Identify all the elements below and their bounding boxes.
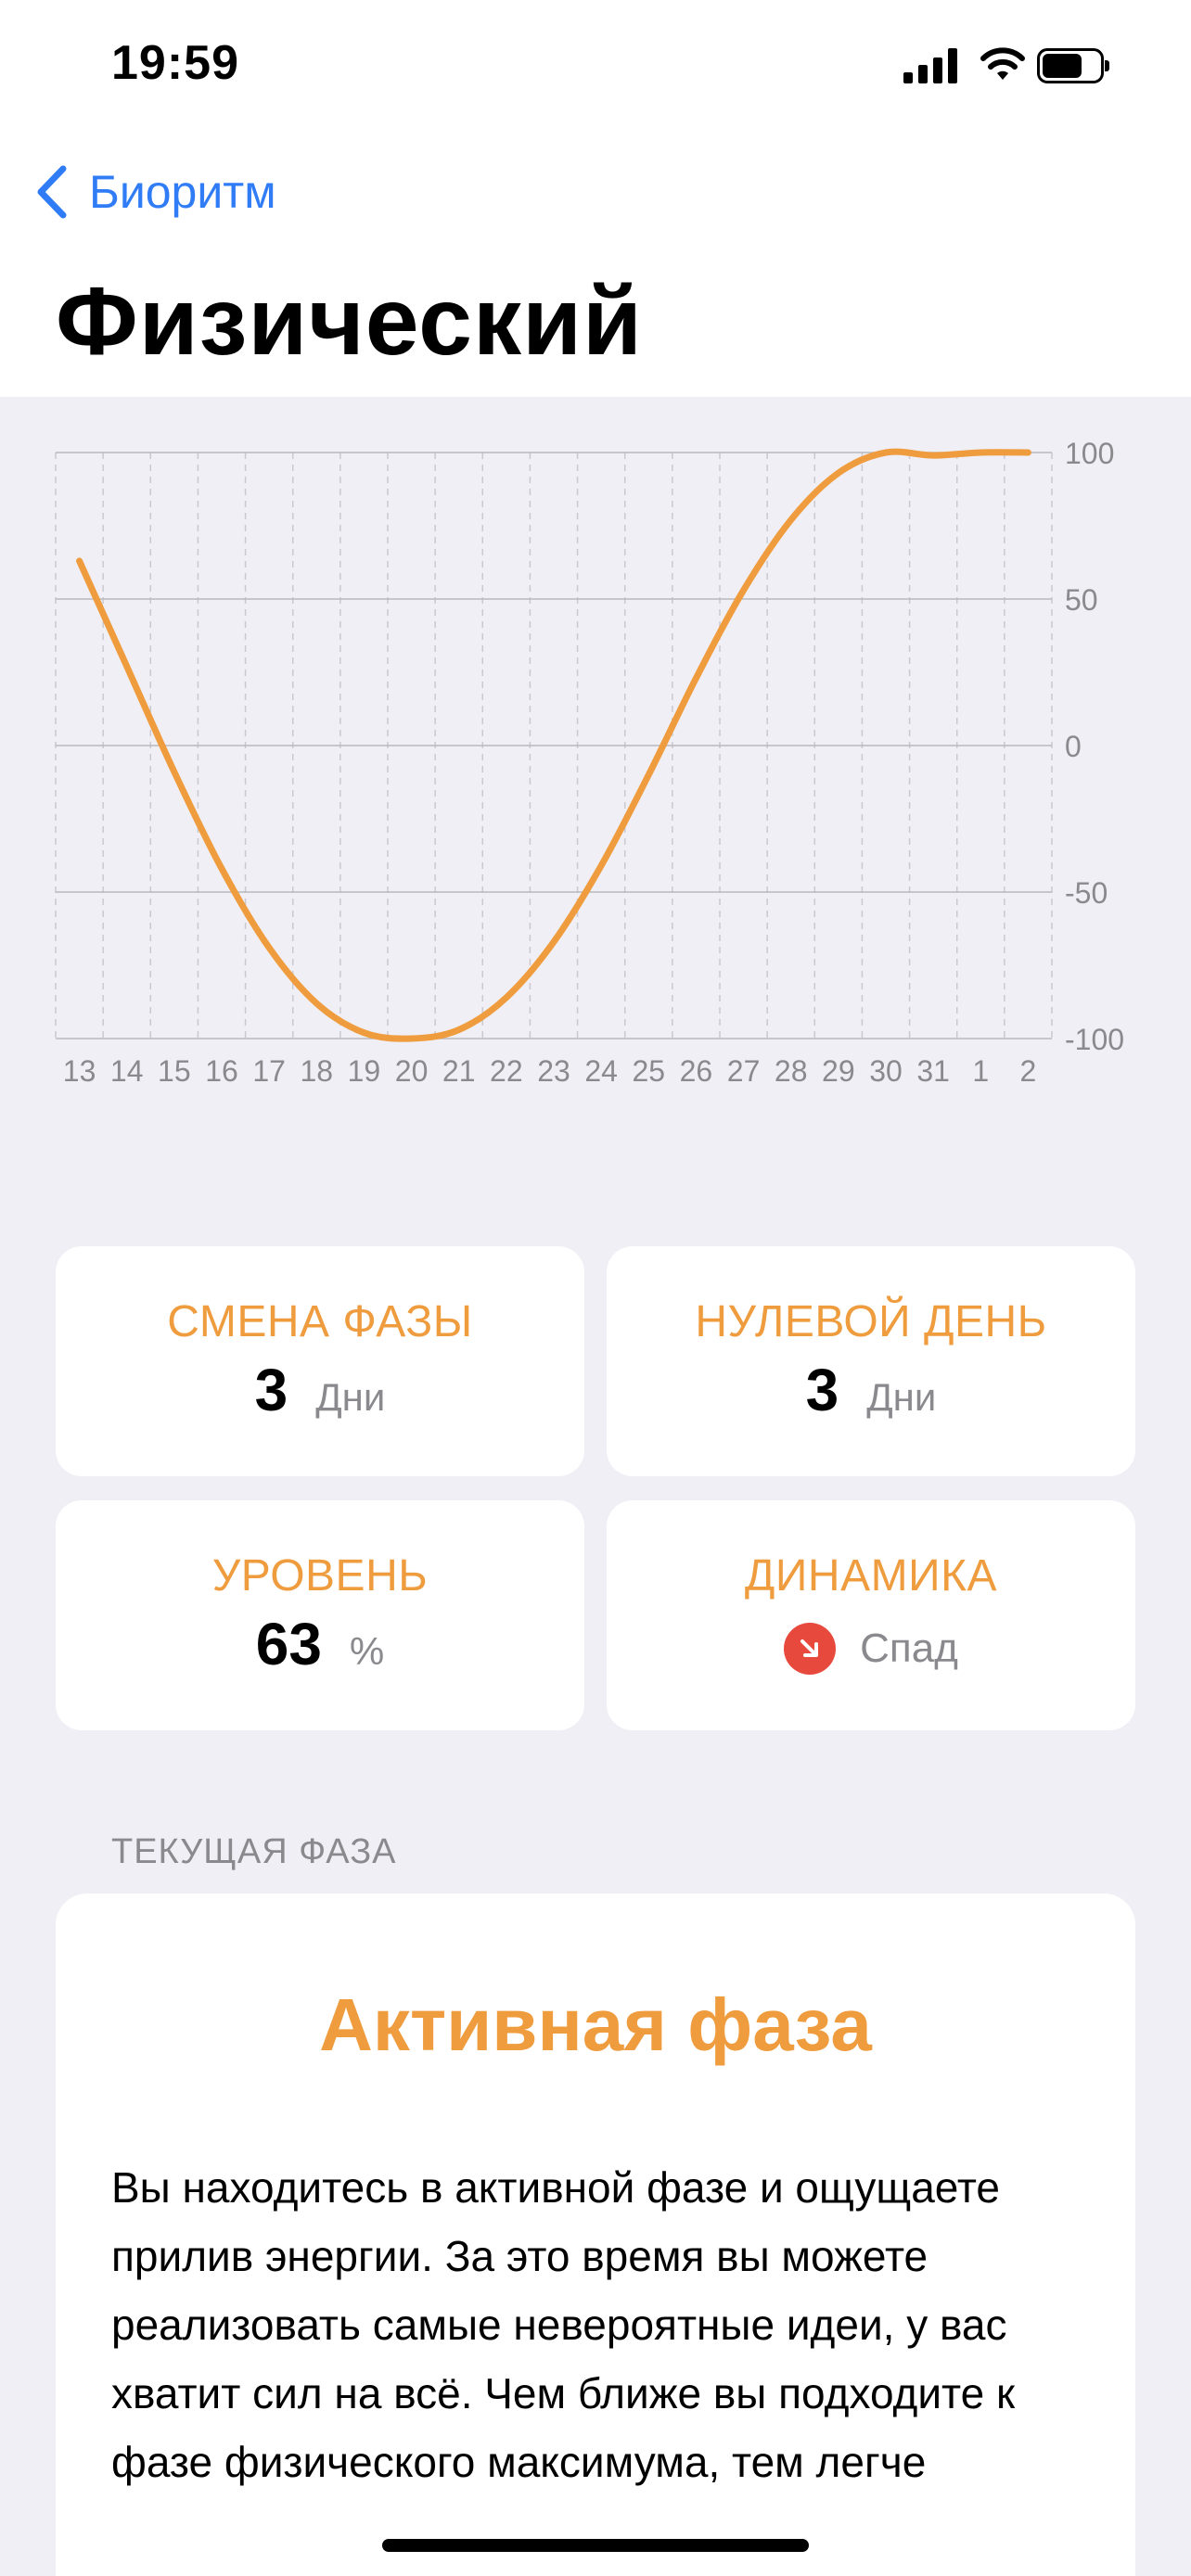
x-tick-label: 25 bbox=[632, 1054, 665, 1088]
x-tick-label: 1 bbox=[972, 1054, 989, 1088]
phase-change-label: СМЕНА ФАЗЫ bbox=[167, 1297, 473, 1346]
x-tick-label: 31 bbox=[916, 1054, 950, 1088]
dynamics-value: Спад bbox=[860, 1626, 958, 1671]
x-tick-label: 18 bbox=[300, 1054, 333, 1088]
y-tick-label: -50 bbox=[1065, 876, 1108, 910]
back-button[interactable]: Биоритм bbox=[33, 161, 276, 223]
screen: 19:59 Биоритм Физический 100 50 0 -50 -1… bbox=[0, 0, 1191, 2576]
y-tick-label: -100 bbox=[1065, 1023, 1124, 1056]
phase-change-value: 3 bbox=[254, 1357, 288, 1423]
level-unit: % bbox=[349, 1629, 385, 1673]
zero-day-card: НУЛЕВОЙ ДЕНЬ 3 Дни bbox=[607, 1246, 1135, 1476]
battery-icon bbox=[1037, 48, 1109, 83]
arrow-down-right-icon bbox=[784, 1623, 837, 1675]
phase-change-unit: Дни bbox=[315, 1375, 386, 1419]
x-tick-label: 28 bbox=[775, 1054, 808, 1088]
wifi-icon bbox=[980, 47, 1025, 80]
status-icons bbox=[903, 45, 1117, 89]
dynamics-card: ДИНАМИКА Спад bbox=[607, 1500, 1135, 1730]
page-title: Физический bbox=[56, 268, 643, 376]
y-tick-label: 50 bbox=[1065, 583, 1098, 617]
level-card: УРОВЕНЬ 63 % bbox=[56, 1500, 584, 1730]
x-tick-label: 15 bbox=[158, 1054, 191, 1088]
zero-day-value: 3 bbox=[805, 1357, 839, 1423]
y-tick-label: 0 bbox=[1065, 730, 1082, 763]
back-label: Биоритм bbox=[89, 166, 276, 218]
x-tick-label: 17 bbox=[252, 1054, 286, 1088]
x-tick-label: 24 bbox=[584, 1054, 618, 1088]
x-tick-label: 30 bbox=[869, 1054, 903, 1088]
x-tick-label: 2 bbox=[1020, 1054, 1037, 1088]
header-area: 19:59 Биоритм Физический bbox=[0, 0, 1191, 397]
cellular-signal-icon bbox=[903, 48, 959, 83]
x-tick-label: 26 bbox=[680, 1054, 713, 1088]
level-value: 63 bbox=[255, 1611, 322, 1677]
x-tick-label: 19 bbox=[348, 1054, 381, 1088]
current-phase-section-header: ТЕКУЩАЯ ФАЗА bbox=[111, 1832, 397, 1871]
x-tick-label: 22 bbox=[490, 1054, 523, 1088]
y-tick-label: 100 bbox=[1065, 437, 1114, 470]
x-tick-label: 13 bbox=[63, 1054, 96, 1088]
x-tick-label: 20 bbox=[395, 1054, 429, 1088]
x-tick-label: 14 bbox=[110, 1054, 144, 1088]
phase-title: Активная фаза bbox=[319, 1983, 872, 2066]
zero-day-unit: Дни bbox=[866, 1375, 937, 1419]
phase-change-card: СМЕНА ФАЗЫ 3 Дни bbox=[56, 1246, 584, 1476]
current-phase-card: Активная фаза Вы находитесь в активной ф… bbox=[56, 1894, 1135, 2576]
biorhythm-chart: 100 50 0 -50 -100 13 14 15 16 17 18 19 20 21 22 23 24 25 2… bbox=[0, 427, 1191, 1131]
chart-svg: 100 50 0 -50 -100 13 14 15 16 17 18 19 20 21 22 23 24 25 2… bbox=[55, 437, 1124, 1088]
home-indicator[interactable] bbox=[382, 2539, 809, 2552]
x-tick-label: 29 bbox=[822, 1054, 855, 1088]
chevron-left-icon bbox=[37, 165, 67, 219]
x-tick-label: 16 bbox=[205, 1054, 238, 1088]
level-label: УРОВЕНЬ bbox=[211, 1551, 429, 1600]
zero-day-label: НУЛЕВОЙ ДЕНЬ bbox=[695, 1297, 1047, 1346]
status-time: 19:59 bbox=[111, 36, 239, 90]
x-tick-label: 21 bbox=[442, 1054, 476, 1088]
dynamics-label: ДИНАМИКА bbox=[744, 1551, 998, 1600]
x-tick-label: 27 bbox=[727, 1054, 761, 1088]
x-tick-label: 23 bbox=[537, 1054, 570, 1088]
phase-description: Вы находитесь в активной фазе и ощущаете… bbox=[111, 2163, 1016, 2486]
